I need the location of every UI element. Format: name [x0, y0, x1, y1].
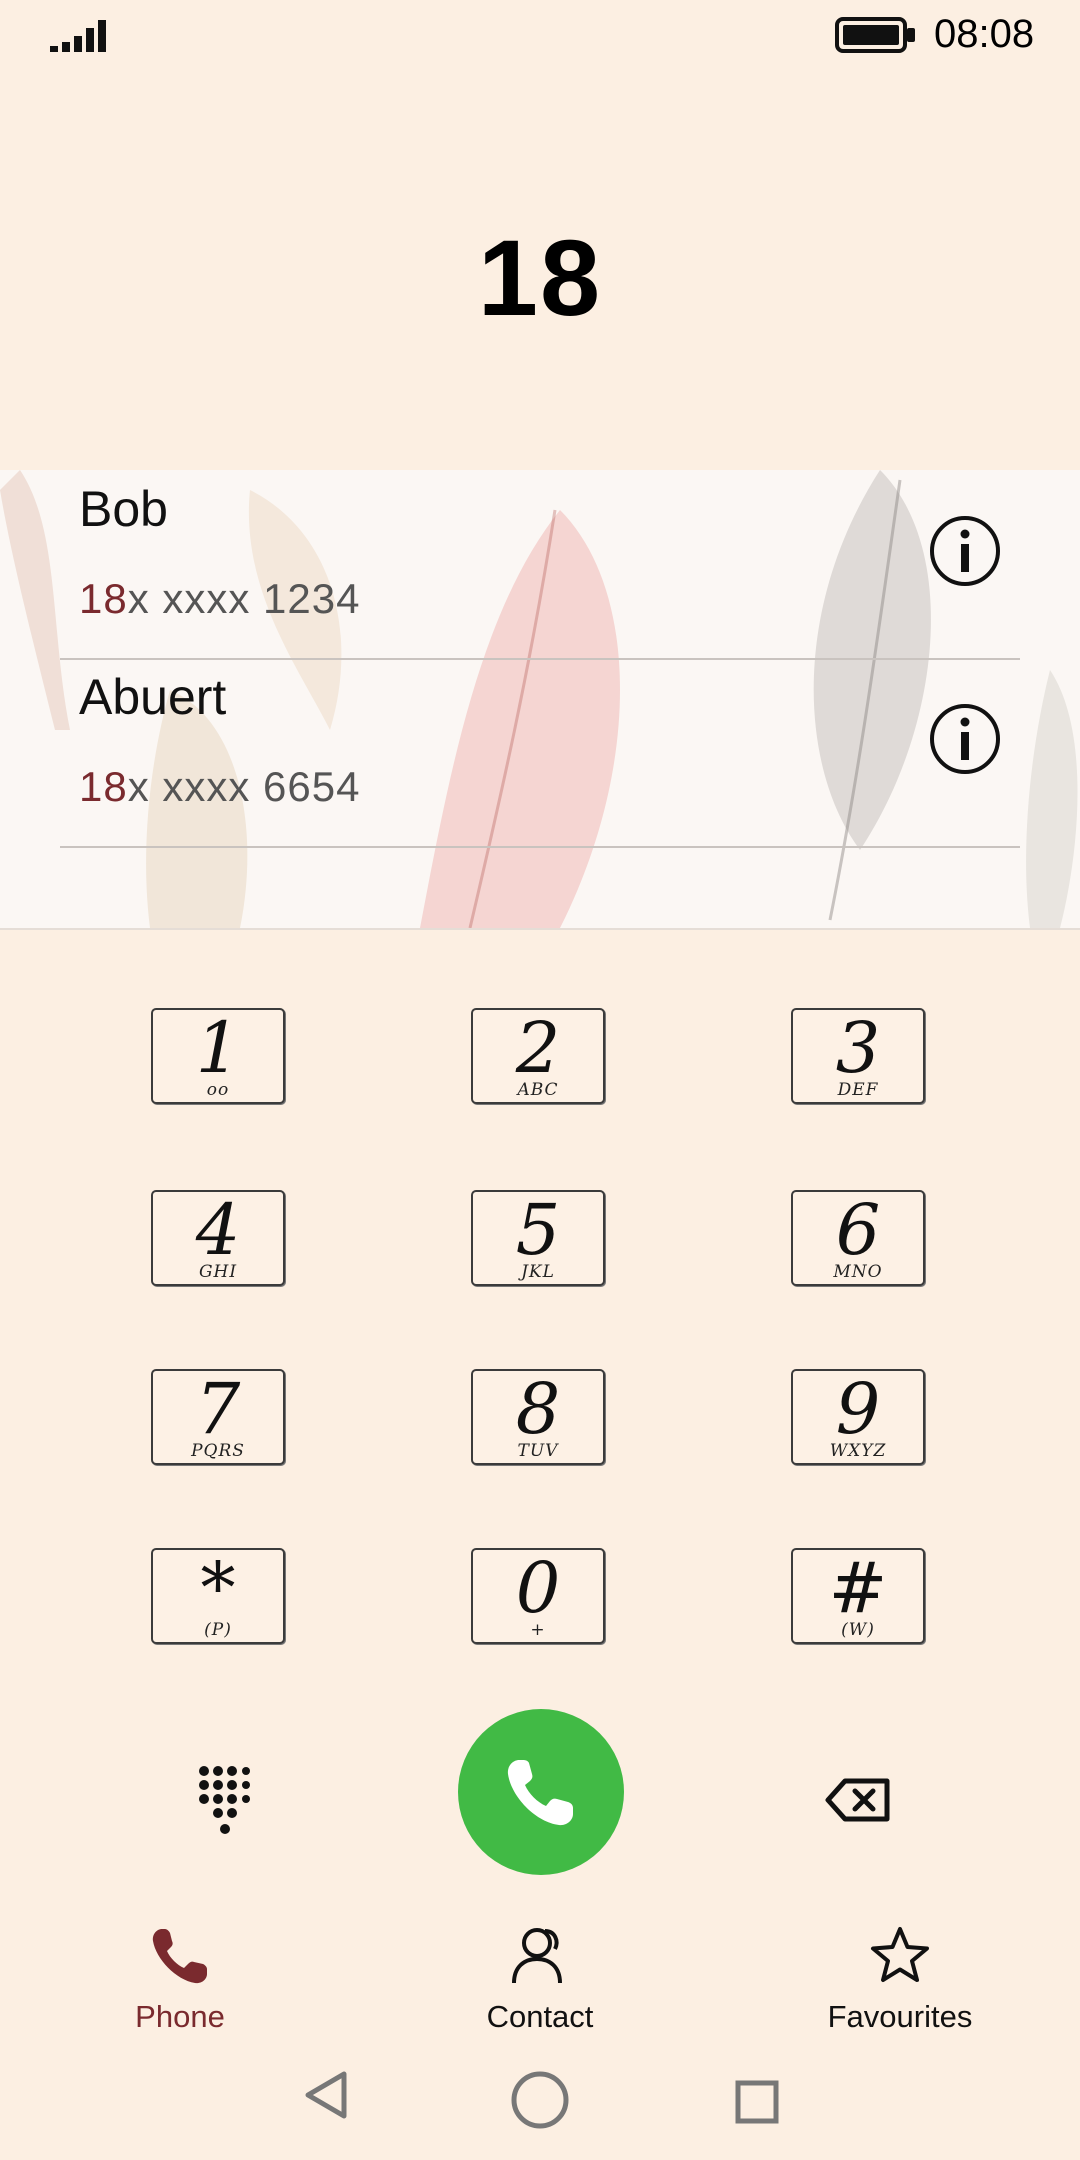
recents-icon[interactable] — [735, 2080, 779, 2124]
key-digit: 2 — [515, 1007, 561, 1089]
key-0[interactable]: 0 + — [471, 1547, 605, 1644]
number-match: 18 — [79, 575, 128, 622]
key-9[interactable]: 9 WXYZ — [791, 1368, 925, 1465]
call-button[interactable] — [458, 1709, 624, 1875]
contact-row[interactable]: Abuert 18x xxxx 6654 — [60, 658, 1020, 848]
star-icon — [871, 1927, 929, 1982]
signal-icon — [50, 20, 106, 52]
tab-label: Contact — [486, 1999, 594, 2034]
key-digit: 7 — [195, 1368, 241, 1450]
key-6[interactable]: 6 MNO — [791, 1189, 925, 1286]
contact-suggestions: Bob 18x xxxx 1234 Abuert 18x xxxx 6654 — [0, 470, 1080, 930]
contact-row[interactable]: Bob 18x xxxx 1234 — [60, 470, 1020, 660]
key-digit: 6 — [835, 1189, 881, 1271]
tab-favourites[interactable]: Favourites — [800, 1925, 1000, 2035]
key-letters: TUV — [517, 1441, 559, 1461]
tab-phone[interactable]: Phone — [80, 1925, 280, 2035]
backspace-icon[interactable] — [825, 1778, 891, 1822]
status-bar: 08:08 — [0, 0, 1080, 72]
key-letters: ABC — [517, 1080, 559, 1100]
key-digit: 3 — [835, 1007, 881, 1089]
key-letters: PQRS — [191, 1441, 245, 1461]
dialed-number[interactable]: 18 — [0, 215, 1080, 340]
key-letters: (P) — [204, 1620, 232, 1640]
contact-name: Bob — [79, 481, 168, 537]
key-7[interactable]: 7 PQRS — [151, 1368, 285, 1465]
dialpad-toggle-icon[interactable] — [198, 1765, 250, 1837]
info-icon[interactable] — [928, 514, 1002, 588]
tab-label: Phone — [135, 1999, 225, 2034]
tab-label: Favourites — [827, 1999, 973, 2034]
number-match: 18 — [79, 763, 128, 810]
key-digit: 9 — [835, 1368, 881, 1450]
key-letters: WXYZ — [829, 1441, 887, 1461]
key-letters: MNO — [833, 1262, 883, 1282]
key-digit: 1 — [195, 1007, 241, 1089]
key-2[interactable]: 2 ABC — [471, 1007, 605, 1104]
key-letters: GHI — [198, 1262, 238, 1282]
key-4[interactable]: 4 GHI — [151, 1189, 285, 1286]
back-icon[interactable] — [302, 2070, 350, 2120]
contacts-icon — [512, 1928, 562, 1984]
key-digit: 8 — [515, 1368, 561, 1450]
key-letters: oo — [206, 1080, 230, 1100]
battery-icon — [835, 17, 915, 53]
contact-name: Abuert — [79, 669, 227, 725]
phone-icon — [152, 1929, 207, 1984]
info-icon[interactable] — [928, 702, 1002, 776]
number-rest: x xxxx 6654 — [127, 763, 361, 810]
key-digit: # — [828, 1547, 888, 1629]
key-5[interactable]: 5 JKL — [471, 1189, 605, 1286]
key-star[interactable]: * (P) — [151, 1547, 285, 1644]
key-letters: (W) — [841, 1620, 875, 1640]
key-letters: + — [530, 1620, 546, 1640]
key-letters: JKL — [521, 1262, 555, 1282]
key-hash[interactable]: # (W) — [791, 1547, 925, 1644]
contact-number: 18x xxxx 6654 — [79, 763, 361, 811]
contact-number: 18x xxxx 1234 — [79, 575, 361, 623]
key-digit: 4 — [195, 1189, 241, 1271]
status-time: 08:08 — [934, 12, 1035, 56]
key-digit: * — [200, 1547, 236, 1629]
key-digit: 5 — [515, 1189, 561, 1271]
key-letters: DEF — [837, 1080, 879, 1100]
tab-contact[interactable]: Contact — [440, 1925, 640, 2035]
home-icon[interactable] — [510, 2070, 570, 2130]
key-digit: 0 — [515, 1547, 561, 1629]
key-1[interactable]: 1 oo — [151, 1007, 285, 1104]
key-8[interactable]: 8 TUV — [471, 1368, 605, 1465]
key-3[interactable]: 3 DEF — [791, 1007, 925, 1104]
phone-icon — [507, 1760, 573, 1826]
number-rest: x xxxx 1234 — [127, 575, 361, 622]
